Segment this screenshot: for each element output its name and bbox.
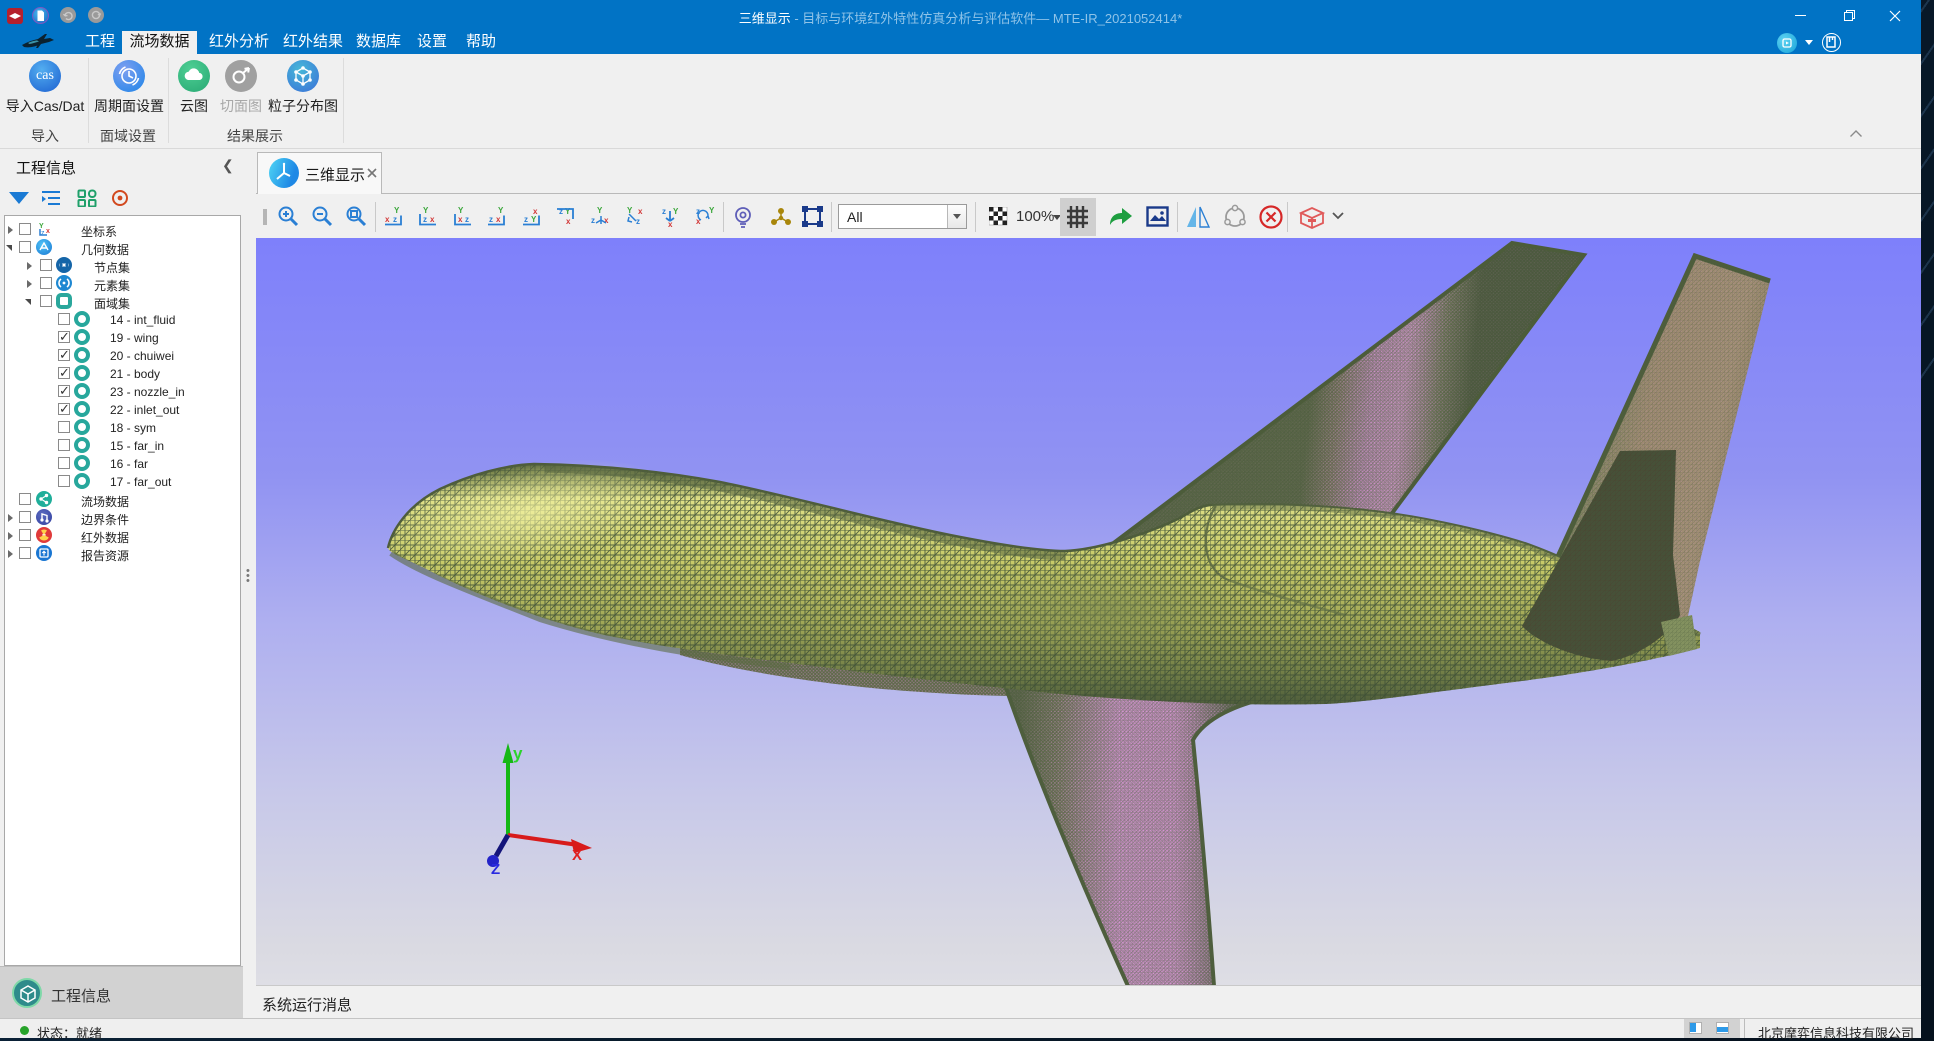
svg-text:z: z [465,215,469,224]
svg-text:Y: Y [709,206,715,215]
svg-text:x: x [458,215,463,224]
svg-text:x: x [385,215,390,224]
svg-text:x: x [430,215,435,224]
svg-text:z: z [591,216,595,225]
svg-text:x: x [46,228,50,235]
svg-text:Y: Y [627,206,633,215]
svg-text:z: z [423,215,427,224]
svg-text:Y: Y [597,206,603,215]
svg-text:x: x [496,215,501,224]
svg-text:z: z [41,230,45,237]
svg-text:x: x [668,220,673,228]
svg-text:Z: Z [491,861,500,878]
svg-text:z: z [662,207,666,216]
svg-text:x: x [604,216,609,225]
svg-text:x: x [566,217,571,226]
svg-text:x: x [638,207,643,216]
svg-text:y: y [513,744,523,763]
svg-text:Y: Y [39,223,44,230]
svg-text:Y: Y [673,207,679,216]
svg-text:Y: Y [498,206,504,215]
svg-text:z: z [393,215,397,224]
svg-text:Y: Y [394,206,400,215]
svg-text:X: X [572,847,582,864]
svg-text:Y: Y [423,206,429,215]
svg-text:Y: Y [531,215,537,224]
svg-text:z: z [636,217,640,226]
svg-text:z: z [489,215,493,224]
svg-text:z: z [524,215,528,224]
svg-text:Y: Y [458,206,464,215]
